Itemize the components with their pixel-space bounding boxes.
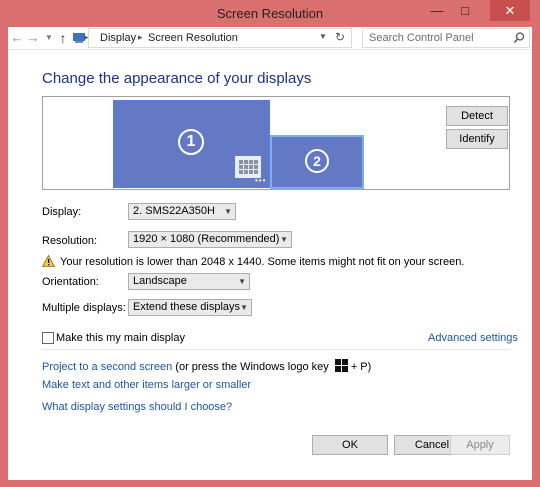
display-select-value: 2. SMS22A350H	[133, 205, 215, 217]
resolution-select-value: 1920 × 1080 (Recommended)	[133, 233, 280, 245]
search-input[interactable]: Search Control Panel	[362, 28, 530, 48]
project-to-second-screen-link[interactable]: Project to a second screen	[42, 361, 172, 373]
close-button[interactable]: ✕	[490, 0, 530, 21]
window-frame: Screen Resolution — □ ✕ ← → ▼ ↑ ▸ Displa…	[0, 0, 540, 487]
breadcrumb-separator-icon: ▸	[84, 32, 89, 42]
resolution-warning: Your resolution is lower than 2048 x 144…	[60, 256, 465, 268]
orientation-label: Orientation:	[42, 276, 99, 288]
windows-logo-icon	[334, 359, 348, 372]
resolution-label: Resolution:	[42, 235, 98, 247]
detect-button[interactable]: Detect	[446, 106, 508, 126]
dialog-body: ← → ▼ ↑ ▸ Display ▸ Screen Resolution ▼ …	[8, 27, 532, 480]
main-display-checkbox[interactable]	[42, 332, 54, 344]
warning-icon	[42, 255, 55, 267]
apply-button[interactable]: Apply	[450, 435, 510, 455]
maximize-button[interactable]: □	[452, 0, 478, 21]
ok-button[interactable]: OK	[312, 435, 388, 455]
up-arrow-icon[interactable]: ↑	[55, 30, 71, 46]
search-icon[interactable]	[514, 32, 525, 43]
advanced-settings-link[interactable]: Advanced settings	[428, 332, 518, 344]
address-dropdown-icon[interactable]: ▼	[319, 32, 327, 41]
project-line: Project to a second screen (or press the…	[42, 359, 371, 373]
display-arrangement-preview: 1 ••• 2 Detect Identify	[42, 96, 510, 190]
multiple-displays-label: Multiple displays:	[42, 302, 126, 314]
page-title: Change the appearance of your displays	[42, 70, 312, 87]
search-placeholder: Search Control Panel	[369, 32, 474, 44]
start-tiles-icon	[235, 156, 261, 178]
minimize-button[interactable]: —	[424, 0, 450, 21]
multiple-displays-select[interactable]: Extend these displays ▼	[128, 299, 252, 316]
identify-button[interactable]: Identify	[446, 129, 508, 149]
resolution-select[interactable]: 1920 × 1080 (Recommended) ▼	[128, 231, 292, 248]
title-bar: Screen Resolution — □ ✕	[0, 0, 540, 27]
monitor-1[interactable]: 1 •••	[113, 100, 270, 188]
more-dots-icon: •••	[255, 176, 267, 185]
breadcrumb-screen-resolution[interactable]: Screen Resolution	[148, 32, 238, 44]
monitor-1-number: 1	[178, 129, 204, 155]
chevron-down-icon: ▼	[240, 303, 248, 312]
project-hint-suffix: + P)	[350, 361, 372, 373]
text-size-link[interactable]: Make text and other items larger or smal…	[42, 379, 251, 391]
monitor-2-number: 2	[305, 149, 329, 173]
orientation-select[interactable]: Landscape ▼	[128, 273, 250, 290]
monitor-2[interactable]: 2	[270, 135, 364, 189]
chevron-down-icon: ▼	[224, 207, 232, 216]
orientation-select-value: Landscape	[133, 275, 187, 287]
forward-arrow-icon[interactable]: →	[25, 30, 41, 46]
display-label: Display:	[42, 206, 82, 218]
main-display-label: Make this my main display	[56, 332, 185, 344]
multiple-displays-select-value: Extend these displays	[133, 301, 241, 313]
breadcrumb-separator-icon: ▸	[138, 32, 143, 42]
back-arrow-icon[interactable]: ←	[9, 30, 25, 46]
project-hint-text: (or press the Windows logo key	[172, 361, 329, 373]
display-select[interactable]: 2. SMS22A350H ▼	[128, 203, 236, 220]
display-help-link[interactable]: What display settings should I choose?	[42, 401, 232, 413]
breadcrumb[interactable]: ▸ Display ▸ Screen Resolution ▼ ↻	[73, 28, 352, 48]
chevron-down-icon: ▼	[238, 277, 246, 286]
breadcrumb-display[interactable]: Display	[100, 32, 136, 44]
chevron-down-icon: ▼	[280, 235, 288, 244]
divider	[42, 349, 510, 350]
address-bar: ← → ▼ ↑ ▸ Display ▸ Screen Resolution ▼ …	[8, 27, 532, 50]
refresh-icon[interactable]: ↻	[335, 30, 345, 44]
